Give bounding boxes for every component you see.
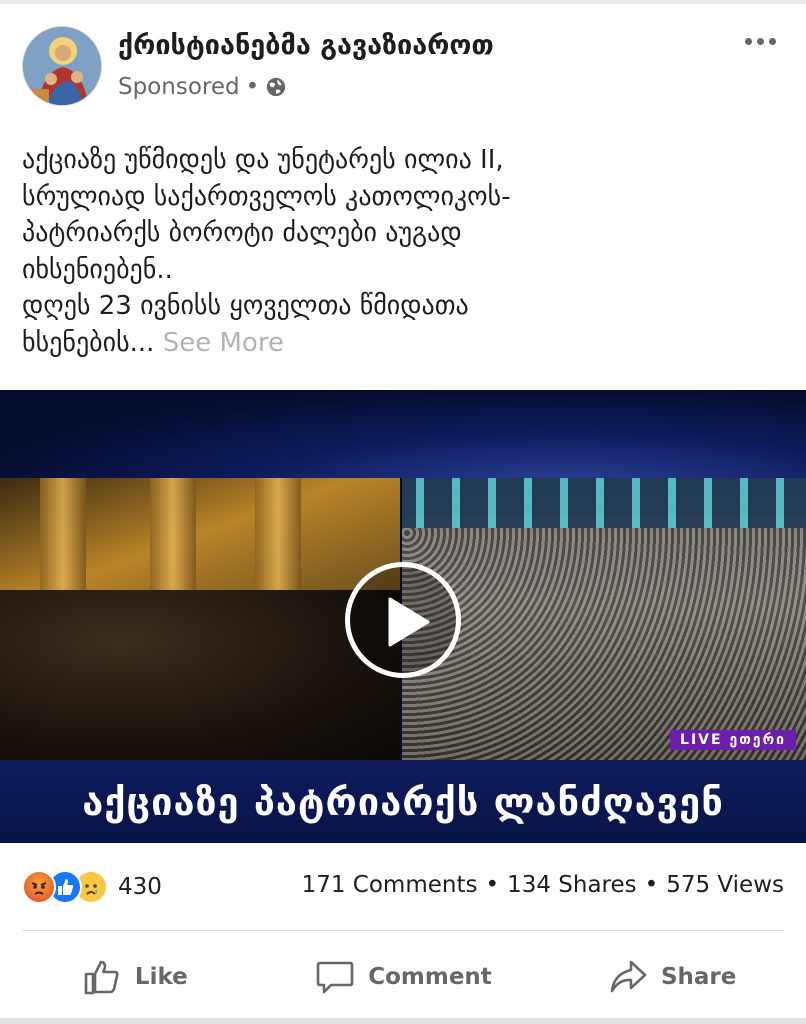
comments-count[interactable]: 171 Comments bbox=[302, 872, 478, 898]
thumbs-up-icon bbox=[84, 960, 119, 995]
post-text-line: სრულიად საქართველოს კათოლიკოს- bbox=[22, 181, 511, 212]
post-text-line: აქციაზე უწმიდეს და უნეტარეს ილია II, bbox=[22, 145, 504, 175]
post-text: აქციაზე უწმიდეს და უნეტარეს ილია II, სრუ… bbox=[22, 142, 782, 361]
video-left-frame bbox=[0, 478, 400, 760]
page-avatar[interactable] bbox=[22, 26, 102, 106]
meta-separator: • bbox=[245, 74, 260, 100]
share-label: Share bbox=[660, 964, 737, 990]
stats-separator: • bbox=[485, 872, 500, 898]
crowd-silhouette bbox=[0, 590, 400, 760]
comment-button[interactable]: Comment bbox=[269, 944, 538, 1010]
see-more-link[interactable]: See More bbox=[163, 328, 284, 358]
post-text-line: პატრიარქს ბოროტი ძალები აუგად bbox=[22, 218, 462, 248]
crowd-image bbox=[402, 528, 806, 760]
avatar-icon-painting bbox=[23, 27, 101, 105]
reactions-summary[interactable]: 430 bbox=[22, 870, 162, 904]
divider bbox=[22, 930, 784, 931]
video-right-frame: LIVE ეთერი bbox=[402, 478, 806, 760]
angry-reaction-icon bbox=[22, 870, 56, 904]
engagement-counts: 171 Comments • 134 Shares • 575 Views bbox=[302, 872, 784, 898]
live-tag: LIVE ეთერი bbox=[670, 730, 796, 750]
reaction-count: 430 bbox=[118, 874, 162, 900]
share-button[interactable]: Share bbox=[537, 944, 806, 1010]
feed-separator bbox=[0, 1018, 806, 1024]
page-name[interactable]: ქრისტიანებმა გავაზიაროთ bbox=[118, 30, 494, 61]
stats-separator: • bbox=[644, 872, 659, 898]
post-text-line: ხსენების... bbox=[22, 327, 155, 358]
video-caption: აქციაზე პატრიარქს ლანძღავენ bbox=[82, 779, 724, 824]
more-dot bbox=[745, 38, 752, 45]
play-button[interactable] bbox=[345, 562, 461, 678]
post-meta: Sponsored • bbox=[118, 74, 287, 100]
post-header: ქრისტიანებმა გავაზიაროთ Sponsored • bbox=[0, 4, 806, 114]
post-actions: Like Comment Share bbox=[0, 944, 806, 1010]
shares-count[interactable]: 134 Shares bbox=[507, 872, 637, 898]
share-icon bbox=[610, 960, 647, 993]
more-options-icon[interactable] bbox=[745, 38, 776, 45]
like-button[interactable]: Like bbox=[0, 944, 269, 1010]
post-text-line: დღეს 23 ივნისს ყოველთა წმიდათა bbox=[22, 291, 469, 321]
video-caption-band: აქციაზე პატრიარქს ლანძღავენ bbox=[0, 760, 806, 843]
comment-label: Comment bbox=[368, 964, 492, 990]
building-arcade bbox=[402, 478, 806, 528]
globe-icon[interactable] bbox=[265, 76, 287, 98]
views-count: 575 Views bbox=[666, 872, 784, 898]
post-text-line: იხსენიებენ.. bbox=[22, 254, 173, 285]
video-header-graphic bbox=[0, 390, 806, 478]
post-text-last-line: ხსენების... See More bbox=[22, 325, 782, 362]
play-icon bbox=[388, 597, 430, 647]
post-stats: 430 171 Comments • 134 Shares • 575 Views bbox=[0, 866, 806, 910]
feed-post: ქრისტიანებმა გავაზიაროთ Sponsored • აქცი… bbox=[0, 4, 806, 1018]
comment-icon bbox=[316, 961, 354, 994]
sponsored-label[interactable]: Sponsored bbox=[118, 74, 240, 100]
more-dot bbox=[757, 38, 764, 45]
more-dot bbox=[769, 38, 776, 45]
like-label: Like bbox=[134, 964, 188, 990]
video-player[interactable]: LIVE ეთერი აქციაზე პატრიარქს ლანძღავენ bbox=[0, 390, 806, 843]
